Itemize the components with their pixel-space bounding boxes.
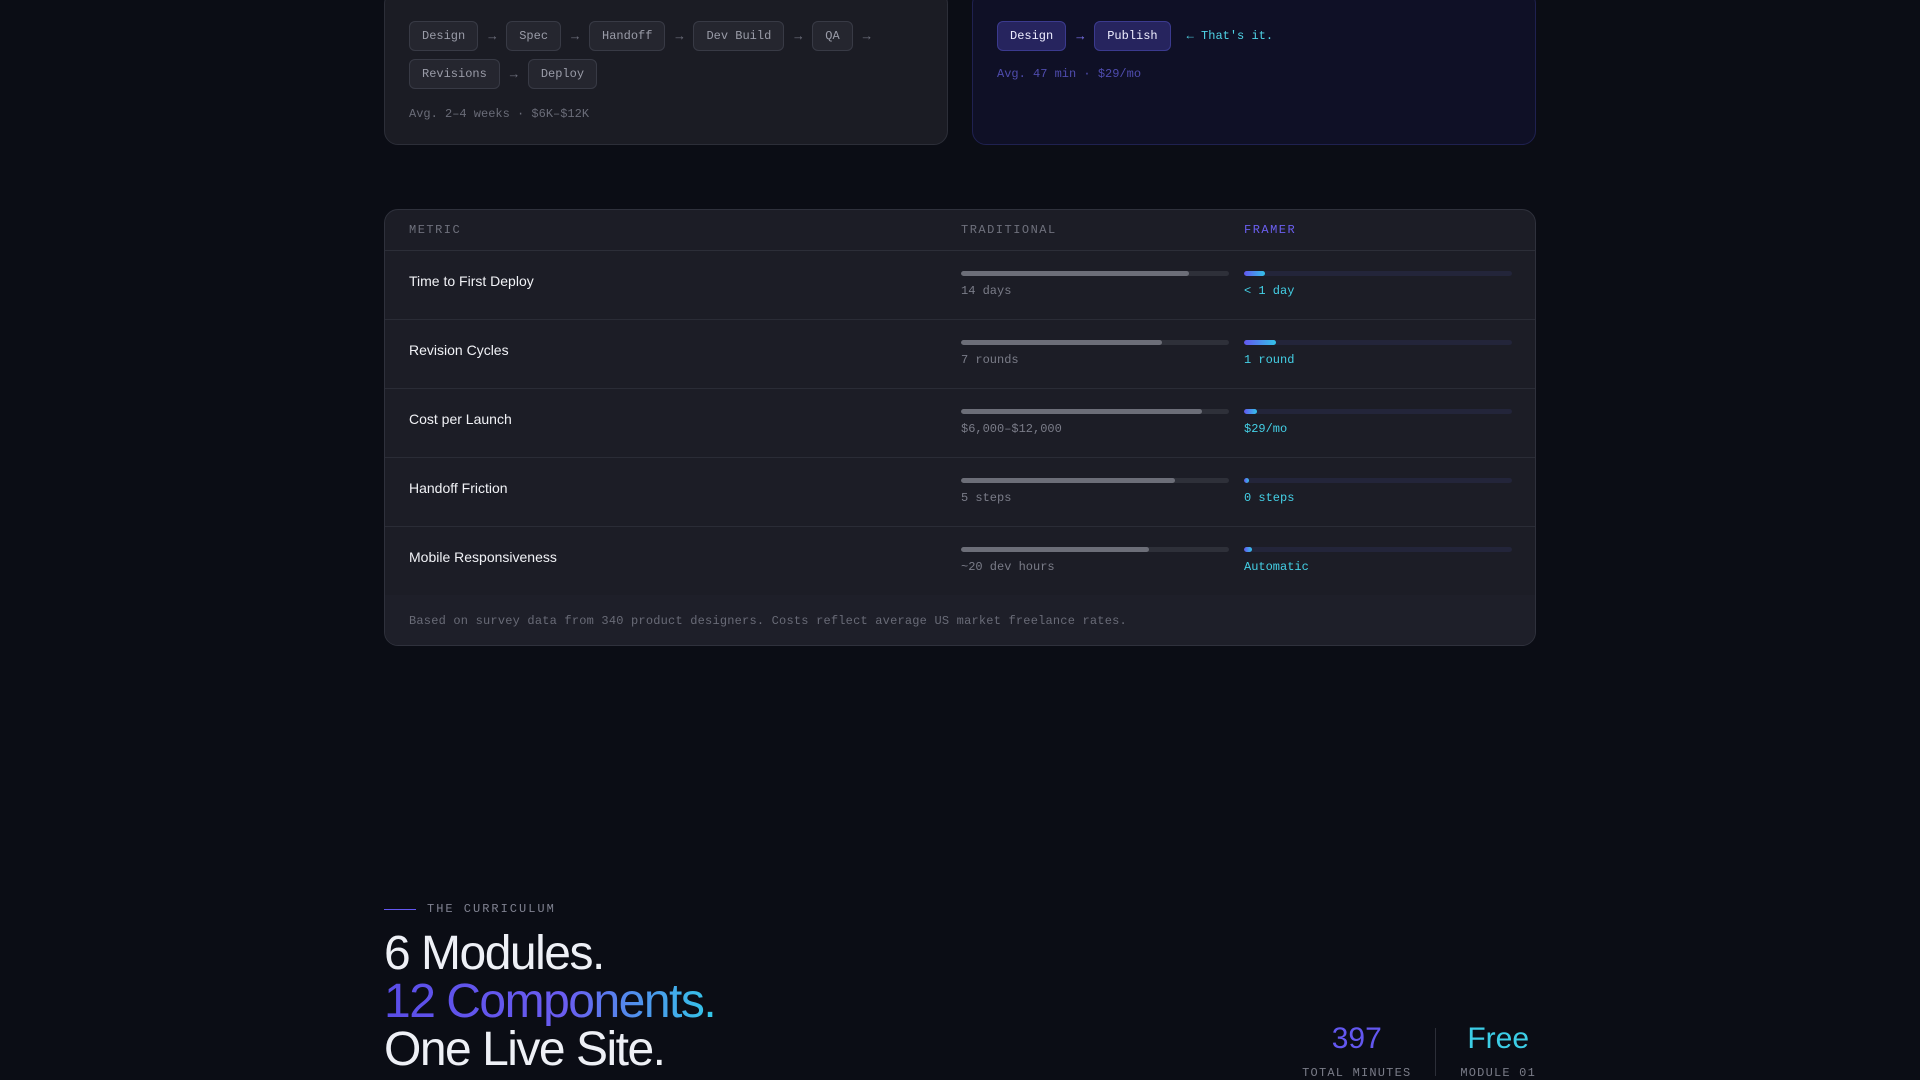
framer-cell: 1 round (1244, 340, 1512, 367)
framer-bar-fill (1244, 340, 1277, 345)
traditional-bar-fill (961, 547, 1149, 552)
step-chip: Design (997, 21, 1067, 51)
stat-value: Free (1467, 1022, 1530, 1055)
framer-steps: Design → Publish ← That's it. (997, 21, 1517, 51)
stat-label: TOTAL MINUTES (1302, 1066, 1412, 1080)
table-row: Time to First Deploy 14 days < 1 day (385, 251, 1535, 320)
metric-name: Cost per Launch (409, 411, 512, 427)
headline-line-modules: 6 Modules. (384, 927, 605, 980)
framer-value: < 1 day (1244, 284, 1295, 298)
framer-bar-fill (1244, 409, 1258, 414)
arrow-right-icon: → (794, 28, 803, 44)
table-footnote: Based on survey data from 340 product de… (409, 614, 1127, 628)
table-row: Revision Cycles 7 rounds 1 round (385, 320, 1535, 389)
traditional-steps: Design → Spec → Handoff → Dev Build → QA… (409, 21, 929, 89)
step-chip: Handoff (589, 21, 666, 51)
step-chip: Dev Build (693, 21, 785, 51)
framer-value: 0 steps (1244, 491, 1295, 505)
header-metric: METRIC (409, 223, 462, 237)
metric-name: Time to First Deploy (409, 273, 534, 289)
curriculum-headline: 6 Modules. 12 Components. One Live Site. (384, 927, 717, 1076)
page: Design → Spec → Handoff → Dev Build → QA… (0, 0, 1920, 1080)
framer-value: 1 round (1244, 353, 1295, 367)
stat-module-01: Free MODULE 01 (1460, 1022, 1536, 1080)
traditional-value: ~20 dev hours (961, 560, 1055, 574)
framer-bar-fill (1244, 478, 1250, 483)
traditional-bar-track (961, 478, 1229, 483)
arrow-right-icon: → (862, 28, 871, 44)
framer-cell: < 1 day (1244, 271, 1512, 298)
stat-label: MODULE 01 (1460, 1066, 1536, 1080)
traditional-cell: 5 steps (961, 478, 1229, 505)
eyebrow-line (384, 908, 416, 910)
step-chip: Design (409, 21, 479, 51)
framer-workflow-card: Design → Publish ← That's it. Avg. 47 mi… (972, 0, 1536, 145)
traditional-avg: Avg. 2–4 weeks · $6K–$12K (409, 107, 590, 121)
traditional-cell: 14 days (961, 271, 1229, 298)
framer-cell: 0 steps (1244, 478, 1512, 505)
traditional-workflow-card: Design → Spec → Handoff → Dev Build → QA… (384, 0, 948, 145)
framer-cell: $29/mo (1244, 409, 1512, 436)
curriculum-eyebrow: THE CURRICULUM (384, 902, 556, 916)
framer-avg: Avg. 47 min · $29/mo (997, 67, 1142, 81)
traditional-bar-fill (961, 478, 1176, 483)
header-framer: FRAMER (1244, 223, 1297, 237)
table-row: Handoff Friction 5 steps 0 steps (385, 458, 1535, 527)
step-chip: Publish (1094, 21, 1171, 51)
traditional-bar-track (961, 340, 1229, 345)
headline-line-site: One Live Site. (384, 1023, 666, 1076)
curriculum-stats: 397 TOTAL MINUTES Free MODULE 01 (1302, 1022, 1536, 1080)
framer-bar-track (1244, 271, 1512, 276)
arrow-right-icon: → (571, 28, 579, 44)
arrow-right-icon: → (1076, 28, 1085, 44)
stat-total-minutes: 397 TOTAL MINUTES (1302, 1022, 1411, 1080)
framer-bar-track (1244, 340, 1512, 345)
header-traditional: TRADITIONAL (961, 223, 1057, 237)
table-header: METRIC TRADITIONAL FRAMER (385, 210, 1535, 251)
traditional-bar-fill (961, 409, 1203, 414)
thats-it-note: ← That's it. (1186, 29, 1274, 43)
traditional-bar-track (961, 547, 1229, 552)
framer-cell: Automatic (1244, 547, 1512, 574)
traditional-bar-fill (961, 271, 1189, 276)
traditional-value: 7 rounds (961, 353, 1019, 367)
comparison-table: METRIC TRADITIONAL FRAMER Time to First … (384, 209, 1536, 646)
traditional-cell: 7 rounds (961, 340, 1229, 367)
headline-line-components: 12 Components. (384, 975, 717, 1028)
step-chip: Deploy (527, 59, 598, 89)
table-row: Mobile Responsiveness ~20 dev hours Auto… (385, 527, 1535, 596)
traditional-bar-track (961, 409, 1229, 414)
arrow-right-icon: → (488, 28, 497, 44)
framer-bar-track (1244, 547, 1512, 552)
traditional-value: $6,000–$12,000 (961, 422, 1062, 436)
traditional-value: 14 days (961, 284, 1012, 298)
framer-bar-fill (1244, 271, 1266, 276)
table-row: Cost per Launch $6,000–$12,000 $29/mo (385, 389, 1535, 458)
traditional-value: 5 steps (961, 491, 1012, 505)
metric-name: Mobile Responsiveness (409, 549, 557, 565)
framer-value: Automatic (1244, 560, 1309, 574)
eyebrow-text: THE CURRICULUM (427, 902, 556, 916)
metric-name: Handoff Friction (409, 480, 508, 496)
stat-divider (1435, 1028, 1437, 1076)
stat-value: 397 (1331, 1022, 1382, 1055)
traditional-cell: ~20 dev hours (961, 547, 1229, 574)
arrow-right-icon: → (675, 28, 684, 44)
framer-bar-track (1244, 478, 1512, 483)
step-chip: QA (812, 21, 853, 51)
framer-bar-track (1244, 409, 1512, 414)
metric-name: Revision Cycles (409, 342, 509, 358)
step-chip: Revisions (409, 59, 500, 89)
traditional-cell: $6,000–$12,000 (961, 409, 1229, 436)
traditional-bar-fill (961, 340, 1162, 345)
arrow-right-icon: → (509, 66, 518, 82)
framer-value: $29/mo (1244, 422, 1288, 436)
step-chip: Spec (506, 21, 562, 51)
traditional-bar-track (961, 271, 1229, 276)
framer-bar-fill (1244, 547, 1253, 552)
